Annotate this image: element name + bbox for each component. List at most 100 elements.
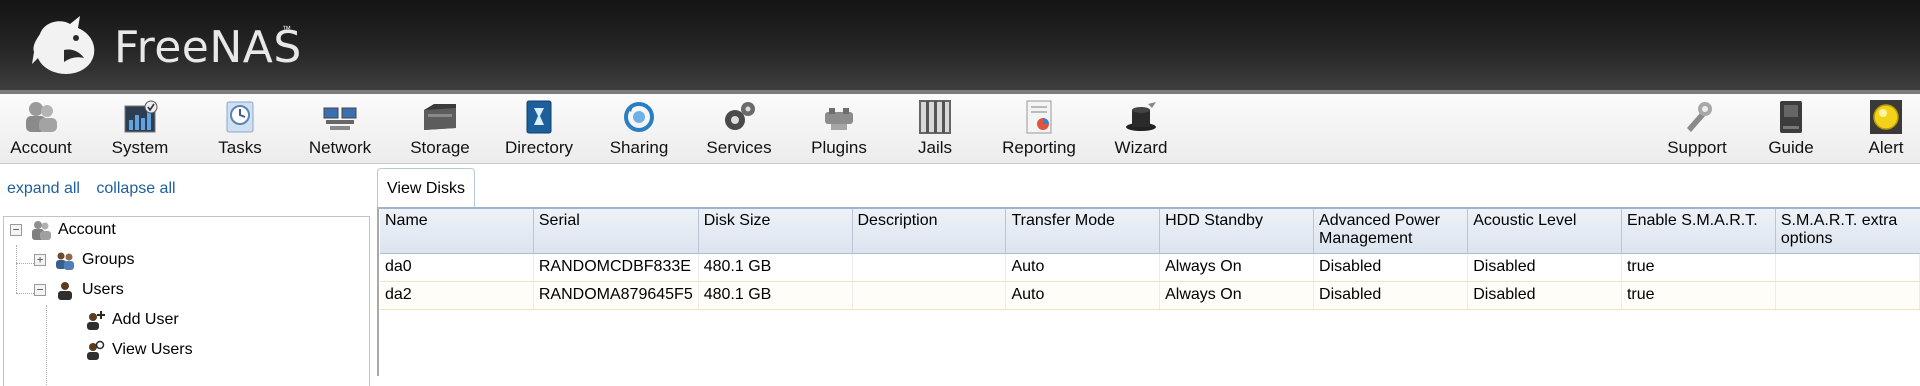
table-cell bbox=[1775, 253, 1920, 282]
toolbar-plugins-button[interactable]: Plugins bbox=[789, 94, 889, 164]
column-header[interactable]: Advanced Power Management bbox=[1313, 209, 1469, 254]
toolbar-label: Plugins bbox=[811, 138, 867, 157]
brand-trademark: ™ bbox=[282, 24, 291, 34]
tasks-icon bbox=[226, 101, 254, 133]
system-icon bbox=[124, 100, 158, 133]
network-icon bbox=[323, 107, 357, 130]
main-toolbar: Account System Tasks Network Storage Dir… bbox=[0, 94, 1920, 164]
toolbar-label: Tasks bbox=[218, 138, 262, 157]
tree-item-add-user[interactable]: Add User bbox=[84, 307, 179, 333]
toolbar-wizard-button[interactable]: Wizard bbox=[1091, 94, 1191, 164]
table-cell: Auto bbox=[1005, 253, 1161, 282]
table-cell bbox=[1775, 281, 1920, 310]
collapse-toggle-icon[interactable]: − bbox=[34, 284, 46, 296]
table-header-row: Name Serial Disk Size Description Transf… bbox=[380, 209, 1920, 254]
tab-view-disks[interactable]: View Disks bbox=[377, 168, 475, 208]
toolbar-label: Support bbox=[1667, 138, 1727, 157]
tree-item-view-users[interactable]: View Users bbox=[84, 337, 193, 363]
toolbar-account-button[interactable]: Account bbox=[0, 94, 91, 164]
account-icon bbox=[26, 102, 57, 132]
tree-controls: expand all collapse all bbox=[7, 180, 188, 198]
tree-label: Account bbox=[58, 221, 116, 238]
navigation-tree: − Account + Groups − Users Add User View… bbox=[3, 216, 370, 386]
toolbar-label: System bbox=[111, 138, 169, 157]
tree-item-account[interactable]: − Account bbox=[10, 217, 116, 243]
column-header[interactable]: Serial bbox=[533, 209, 699, 254]
plugins-icon bbox=[825, 108, 853, 130]
table-cell: Always On bbox=[1159, 253, 1315, 282]
column-header[interactable]: S.M.A.R.T. extra options bbox=[1775, 209, 1920, 254]
guide-icon bbox=[1780, 101, 1802, 133]
expand-all-link[interactable]: expand all bbox=[7, 180, 80, 197]
toolbar-label: Reporting bbox=[1002, 138, 1076, 157]
tree-connector bbox=[16, 245, 17, 293]
toolbar-guide-button[interactable]: Guide bbox=[1741, 94, 1841, 164]
toolbar-label: Jails bbox=[917, 138, 952, 157]
toolbar-label: Sharing bbox=[609, 138, 669, 157]
sharing-icon bbox=[624, 102, 654, 132]
toolbar-alert-button[interactable]: Alert bbox=[1836, 94, 1920, 164]
services-icon bbox=[725, 102, 755, 130]
table-row[interactable]: da2 RANDOMA879645F5 480.1 GB Auto Always… bbox=[380, 281, 1920, 310]
tree-item-groups[interactable]: + Groups bbox=[34, 247, 134, 273]
collapse-all-link[interactable]: collapse all bbox=[96, 180, 175, 197]
tree-label: View Users bbox=[112, 341, 193, 358]
toolbar-jails-button[interactable]: Jails bbox=[885, 94, 985, 164]
collapse-toggle-icon[interactable]: − bbox=[10, 224, 22, 236]
expand-toggle-icon[interactable]: + bbox=[34, 254, 46, 266]
support-icon bbox=[1687, 102, 1712, 132]
reporting-icon bbox=[1026, 100, 1052, 134]
toolbar-directory-button[interactable]: Directory bbox=[489, 94, 589, 164]
table-cell: 480.1 GB bbox=[698, 253, 853, 282]
directory-icon bbox=[526, 100, 552, 134]
table-cell bbox=[852, 253, 1007, 282]
table-cell: Always On bbox=[1159, 281, 1315, 310]
column-header[interactable]: Disk Size bbox=[698, 209, 853, 254]
freenas-shark-logo-icon bbox=[32, 16, 95, 74]
column-header[interactable]: HDD Standby bbox=[1159, 209, 1315, 254]
groups-icon bbox=[56, 252, 74, 270]
column-header[interactable]: Transfer Mode bbox=[1005, 209, 1161, 254]
column-header[interactable]: Enable S.M.A.R.T. bbox=[1621, 209, 1776, 254]
table-cell: Disabled bbox=[1313, 253, 1469, 282]
toolbar-sharing-button[interactable]: Sharing bbox=[589, 94, 689, 164]
table-cell: true bbox=[1621, 253, 1776, 282]
toolbar-network-button[interactable]: Network bbox=[290, 94, 390, 164]
toolbar-label: Services bbox=[706, 138, 772, 157]
wizard-icon bbox=[1126, 102, 1156, 131]
disks-table: Name Serial Disk Size Description Transf… bbox=[380, 209, 1920, 310]
column-header[interactable]: Acoustic Level bbox=[1467, 209, 1622, 254]
toolbar-support-button[interactable]: Support bbox=[1647, 94, 1747, 164]
table-cell: RANDOMCDBF833E bbox=[533, 253, 699, 282]
toolbar-services-button[interactable]: Services bbox=[689, 94, 789, 164]
toolbar-tasks-button[interactable]: Tasks bbox=[190, 94, 290, 164]
table-cell: Disabled bbox=[1467, 253, 1622, 282]
add-user-icon bbox=[87, 311, 105, 330]
table-row[interactable]: da0 RANDOMCDBF833E 480.1 GB Auto Always … bbox=[380, 253, 1920, 282]
toolbar-storage-button[interactable]: Storage bbox=[390, 94, 490, 164]
tree-item-users[interactable]: − Users bbox=[34, 277, 124, 303]
table-cell: RANDOMA879645F5 bbox=[533, 281, 699, 310]
table-cell: Disabled bbox=[1467, 281, 1622, 310]
toolbar-label: Account bbox=[10, 138, 72, 157]
table-cell: true bbox=[1621, 281, 1776, 310]
alert-icon bbox=[1870, 100, 1902, 134]
brand-name: FreeNAS bbox=[114, 22, 302, 73]
column-header[interactable]: Description bbox=[852, 209, 1007, 254]
column-header[interactable]: Name bbox=[380, 209, 534, 254]
user-icon bbox=[58, 282, 72, 300]
tab-strip: View Disks bbox=[377, 168, 1920, 208]
tree-label: Groups bbox=[82, 251, 135, 268]
table-cell: Disabled bbox=[1313, 281, 1469, 310]
table-cell: Auto bbox=[1005, 281, 1161, 310]
jails-icon bbox=[919, 100, 951, 134]
tree-connector bbox=[46, 305, 47, 385]
toolbar-reporting-button[interactable]: Reporting bbox=[989, 94, 1089, 164]
toolbar-label: Storage bbox=[410, 138, 470, 157]
storage-icon bbox=[424, 104, 456, 130]
account-icon bbox=[32, 221, 51, 240]
toolbar-label: Wizard bbox=[1114, 138, 1168, 157]
toolbar-label: Alert bbox=[1868, 138, 1904, 157]
view-users-icon bbox=[87, 340, 105, 360]
toolbar-system-button[interactable]: System bbox=[90, 94, 190, 164]
